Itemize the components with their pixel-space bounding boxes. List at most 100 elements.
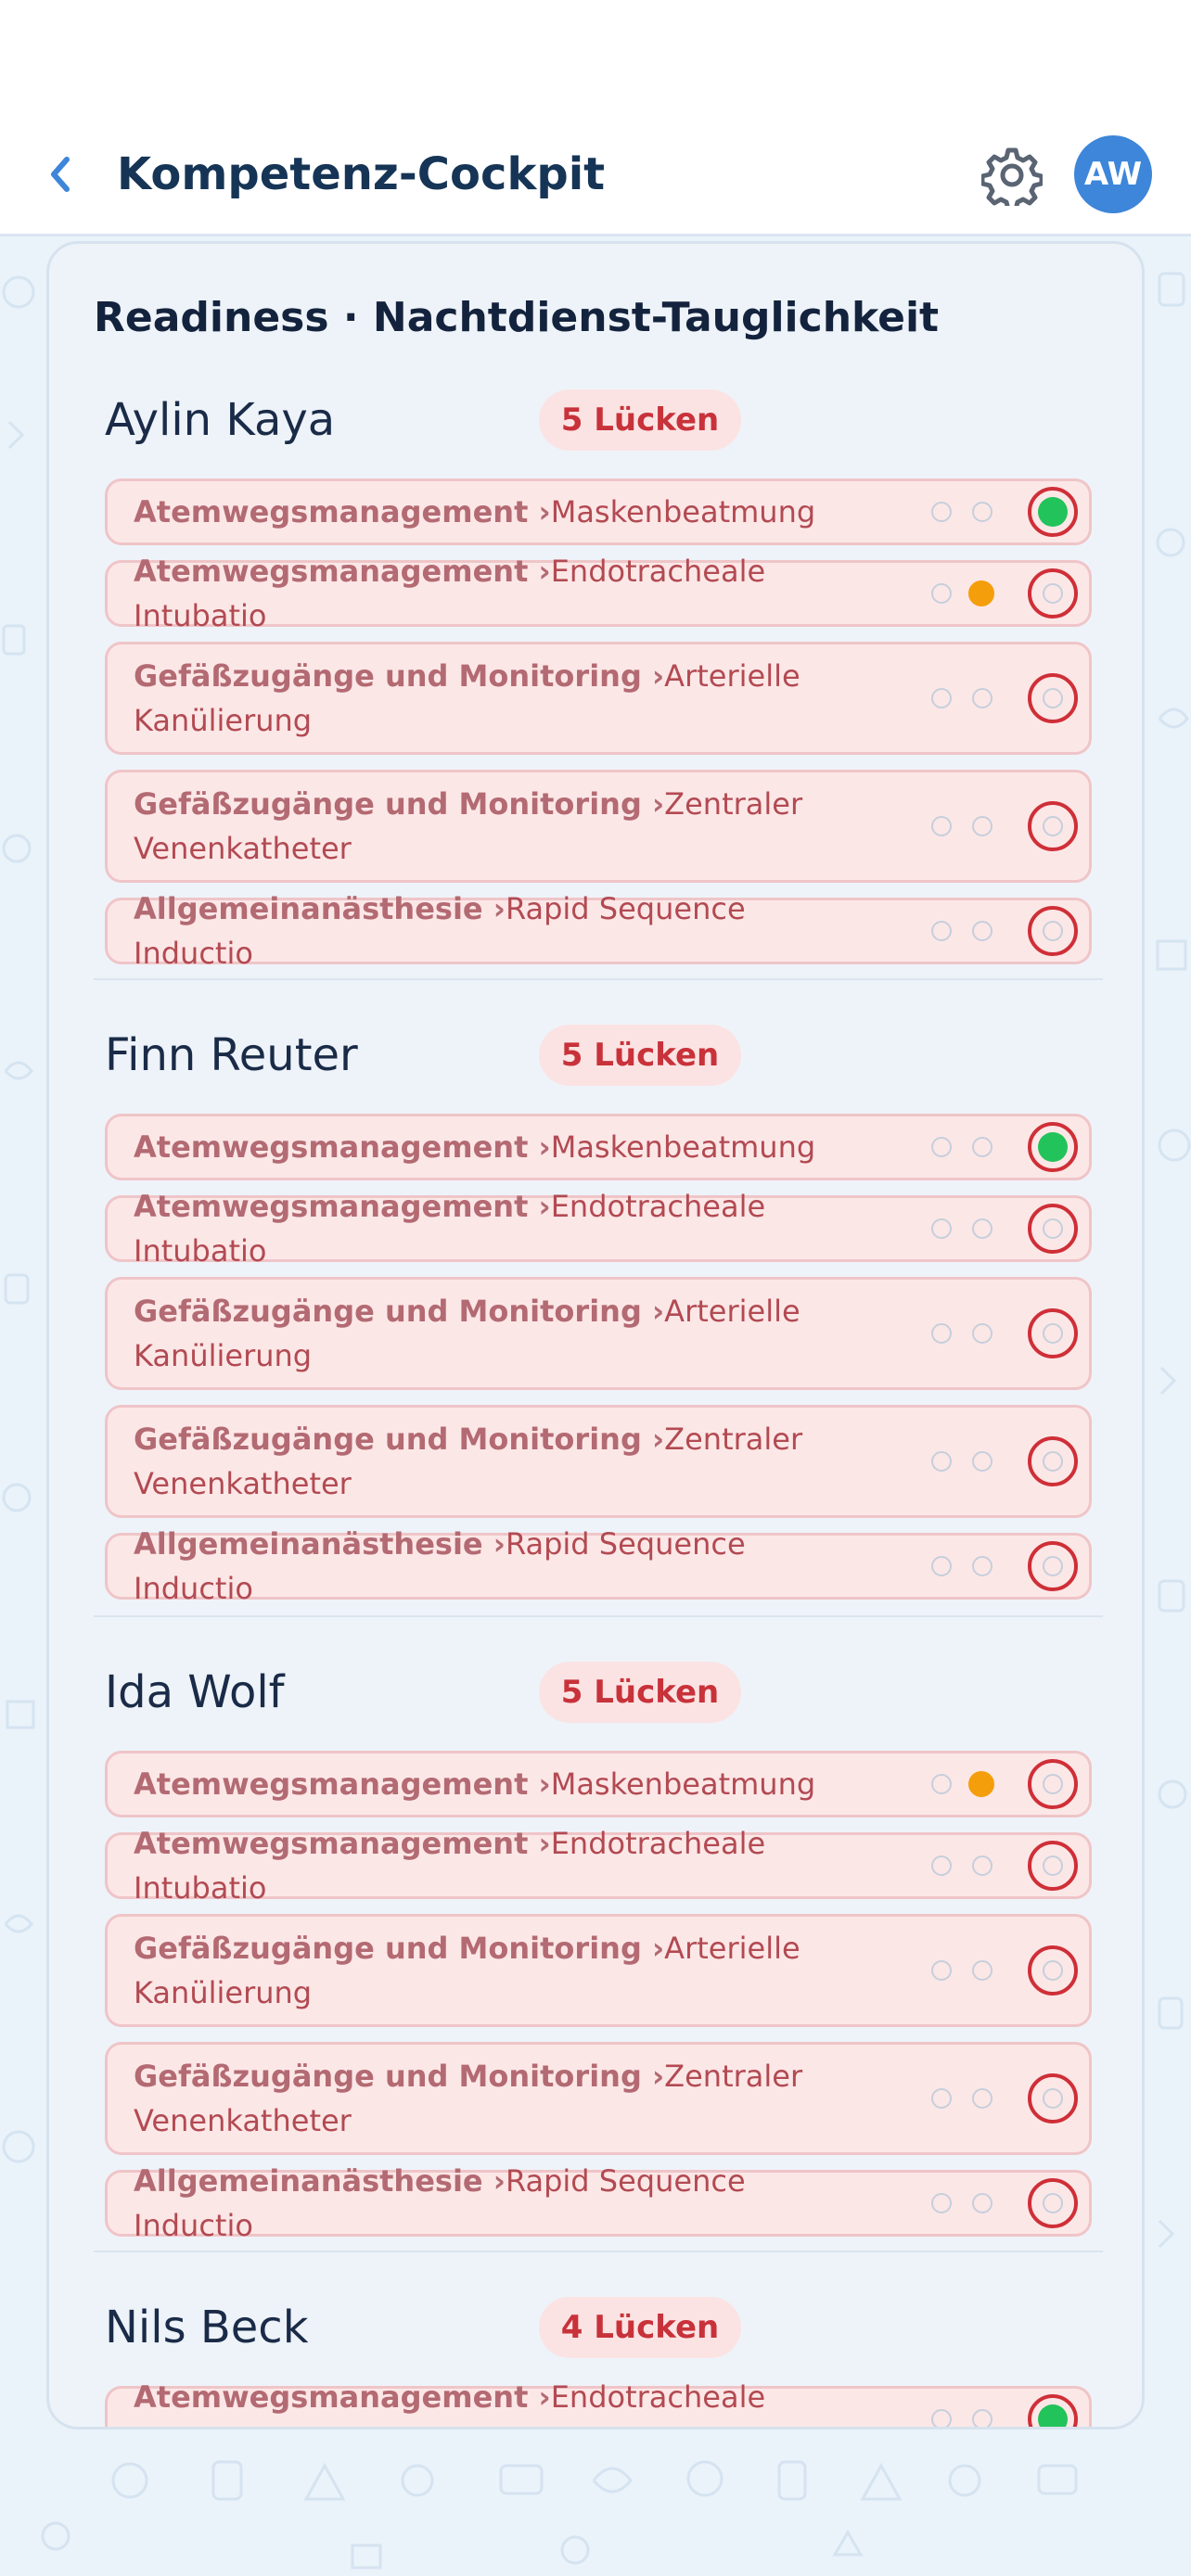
- skill-row[interactable]: Atemwegsmanagement ›Endotracheale Intuba…: [105, 554, 1092, 633]
- level-dot-fill: [1043, 688, 1063, 708]
- level-dot-2: [972, 2193, 992, 2213]
- level-dot-2: [972, 921, 992, 941]
- level-dot-2: [972, 2409, 992, 2427]
- level-dot-target: [1028, 568, 1078, 618]
- level-dot-fill: [1043, 1323, 1063, 1344]
- skill-row[interactable]: Atemwegsmanagement ›Maskenbeatmung: [105, 1114, 1092, 1180]
- level-dot-target: [1028, 2394, 1078, 2427]
- level-dot-2: [972, 1451, 992, 1472]
- level-dot-2: [972, 1960, 992, 1981]
- level-dot-2: [968, 580, 994, 606]
- skill-list: Atemwegsmanagement ›Maskenbeatmung Atemwe…: [105, 478, 1092, 979]
- level-indicator: [920, 1756, 1078, 1812]
- level-dot-target: [1028, 1841, 1078, 1891]
- level-indicator: [920, 1838, 1078, 1894]
- section-divider: [94, 978, 1103, 980]
- level-dot-1: [931, 1556, 952, 1576]
- skill-name: Maskenbeatmung: [550, 1766, 816, 1802]
- level-dot-fill: [1043, 2193, 1063, 2213]
- skill-area: Atemwegsmanagement ›: [134, 1826, 551, 1861]
- level-dot-fill: [1038, 1132, 1068, 1162]
- level-dot-fill: [1043, 1218, 1063, 1239]
- avatar[interactable]: AW: [1074, 135, 1152, 213]
- level-indicator: [920, 2391, 1078, 2427]
- level-indicator: [920, 1434, 1078, 1489]
- level-dot-target: [1028, 1541, 1078, 1591]
- level-dot-fill: [1043, 1960, 1063, 1981]
- skill-label: Gefäßzugänge und Monitoring ›Zentraler V…: [134, 782, 820, 871]
- skill-area: Allgemeinanästhesie ›: [134, 1526, 506, 1562]
- level-dot-fill: [1043, 816, 1063, 836]
- skill-row[interactable]: Gefäßzugänge und Monitoring ›Arterielle …: [105, 1277, 1092, 1390]
- skill-row[interactable]: Gefäßzugänge und Monitoring ›Arterielle …: [105, 1914, 1092, 2027]
- skill-area: Gefäßzugänge und Monitoring ›: [134, 1931, 665, 1966]
- skill-row[interactable]: Atemwegsmanagement ›Endotracheale Intuba…: [105, 1189, 1092, 1269]
- gap-count-badge: 4 Lücken: [539, 2297, 741, 2358]
- level-dot-target: [1028, 801, 1078, 851]
- level-dot-fill: [1043, 1774, 1063, 1794]
- skill-area: Gefäßzugänge und Monitoring ›: [134, 2059, 665, 2094]
- back-button[interactable]: [37, 148, 83, 200]
- level-indicator: [920, 2071, 1078, 2126]
- skill-area: Atemwegsmanagement ›: [134, 2379, 551, 2415]
- level-dot-target: [1028, 906, 1078, 956]
- level-indicator: [920, 798, 1078, 854]
- skill-row[interactable]: Gefäßzugänge und Monitoring ›Arterielle …: [105, 642, 1092, 755]
- level-dot-target: [1028, 1204, 1078, 1254]
- level-dot-fill: [1043, 2088, 1063, 2109]
- person-name: Aylin Kaya: [105, 394, 336, 446]
- level-dot-2: [972, 816, 992, 836]
- skill-row[interactable]: Gefäßzugänge und Monitoring ›Zentraler V…: [105, 1405, 1092, 1518]
- skill-area: Atemwegsmanagement ›: [134, 1766, 551, 1802]
- level-dot-target: [1028, 1436, 1078, 1486]
- gap-count-badge: 5 Lücken: [539, 1025, 741, 1086]
- skill-row[interactable]: Allgemeinanästhesie ›Rapid Sequence Indu…: [105, 891, 1092, 971]
- level-dot-target: [1028, 487, 1078, 537]
- level-indicator: [920, 2175, 1078, 2231]
- level-dot-target: [1028, 2178, 1078, 2228]
- level-dot-1: [931, 1137, 952, 1157]
- level-indicator: [920, 1119, 1078, 1175]
- level-dot-2: [972, 1855, 992, 1876]
- level-dot-1: [931, 1774, 952, 1794]
- level-dot-1: [931, 2193, 952, 2213]
- skill-area: Allgemeinanästhesie ›: [134, 2163, 506, 2199]
- level-dot-1: [931, 1960, 952, 1981]
- skill-row[interactable]: Allgemeinanästhesie ›Rapid Sequence Indu…: [105, 1526, 1092, 1606]
- person-name: Nils Beck: [105, 2302, 309, 2353]
- card-title: Readiness · Nachtdienst-Tauglichkeit: [94, 294, 940, 341]
- skill-label: Atemwegsmanagement ›Endotracheale Intuba…: [134, 2375, 820, 2427]
- level-indicator: [920, 566, 1078, 621]
- skill-label: Allgemeinanästhesie ›Rapid Sequence Indu…: [134, 886, 820, 976]
- skill-row[interactable]: Atemwegsmanagement ›Endotracheale Intuba…: [105, 2379, 1092, 2427]
- skill-area: Atemwegsmanagement ›: [134, 1129, 551, 1165]
- level-dot-2: [972, 1218, 992, 1239]
- level-dot-fill: [1038, 497, 1068, 527]
- person-name: Ida Wolf: [105, 1666, 285, 1718]
- level-dot-fill: [1043, 921, 1063, 941]
- skill-row[interactable]: Gefäßzugänge und Monitoring ›Zentraler V…: [105, 2042, 1092, 2155]
- skill-list: Atemwegsmanagement ›Maskenbeatmung Atemwe…: [105, 1751, 1092, 2251]
- level-dot-1: [931, 502, 952, 522]
- level-indicator: [920, 1943, 1078, 1998]
- level-dot-fill: [1043, 1451, 1063, 1472]
- app-header: Kompetenz-Cockpit AW: [0, 0, 1191, 236]
- skill-area: Atemwegsmanagement ›: [134, 1189, 551, 1224]
- settings-button[interactable]: [980, 145, 1044, 212]
- skill-row[interactable]: Gefäßzugänge und Monitoring ›Zentraler V…: [105, 770, 1092, 883]
- section-divider: [94, 1615, 1103, 1617]
- level-dot-2: [972, 688, 992, 708]
- skill-row[interactable]: Atemwegsmanagement ›Endotracheale Intuba…: [105, 1826, 1092, 1906]
- skill-row[interactable]: Atemwegsmanagement ›Maskenbeatmung: [105, 1751, 1092, 1817]
- skill-label: Atemwegsmanagement ›Endotracheale Intuba…: [134, 1184, 820, 1273]
- level-dot-1: [931, 2409, 952, 2427]
- level-indicator: [920, 1201, 1078, 1256]
- level-dot-1: [931, 688, 952, 708]
- level-dot-2: [972, 1137, 992, 1157]
- level-dot-1: [931, 816, 952, 836]
- level-dot-2: [972, 502, 992, 522]
- skill-row[interactable]: Atemwegsmanagement ›Maskenbeatmung: [105, 478, 1092, 545]
- skill-list: Atemwegsmanagement ›Endotracheale Intuba…: [105, 2379, 1092, 2427]
- skill-row[interactable]: Allgemeinanästhesie ›Rapid Sequence Indu…: [105, 2163, 1092, 2243]
- gap-count-badge: 5 Lücken: [539, 389, 741, 451]
